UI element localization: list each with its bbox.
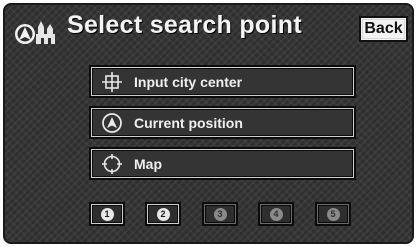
map-button[interactable]: Map <box>89 147 356 180</box>
map-label: Map <box>134 156 162 172</box>
memory-point-5-button: 5 <box>315 202 351 226</box>
input-city-center-label: Input city center <box>134 74 243 90</box>
memory-point-2-button[interactable]: 2 <box>145 202 181 226</box>
memory-point-4-button: 4 <box>258 202 294 226</box>
memory-point-1-number: 1 <box>100 207 114 221</box>
memory-point-1-button[interactable]: 1 <box>89 202 125 226</box>
current-position-label: Current position <box>134 115 243 131</box>
input-city-center-button[interactable]: Input city center <box>89 65 356 98</box>
memory-point-5-number: 5 <box>326 207 340 221</box>
memory-point-3-number: 3 <box>213 207 227 221</box>
header: Select search point Back <box>5 5 412 53</box>
memory-point-4-number: 4 <box>269 207 283 221</box>
current-position-icon <box>102 113 122 133</box>
landmark-destination-icon <box>15 21 55 44</box>
memory-point-2-number: 2 <box>156 207 170 221</box>
current-position-button[interactable]: Current position <box>89 106 356 139</box>
back-button[interactable]: Back <box>359 16 408 42</box>
map-target-icon <box>102 154 122 174</box>
navigation-screen: Select search point Back Input city cent… <box>3 3 414 244</box>
memory-point-3-button: 3 <box>202 202 238 226</box>
crosshair-icon <box>102 72 122 92</box>
page-title: Select search point <box>67 11 302 39</box>
